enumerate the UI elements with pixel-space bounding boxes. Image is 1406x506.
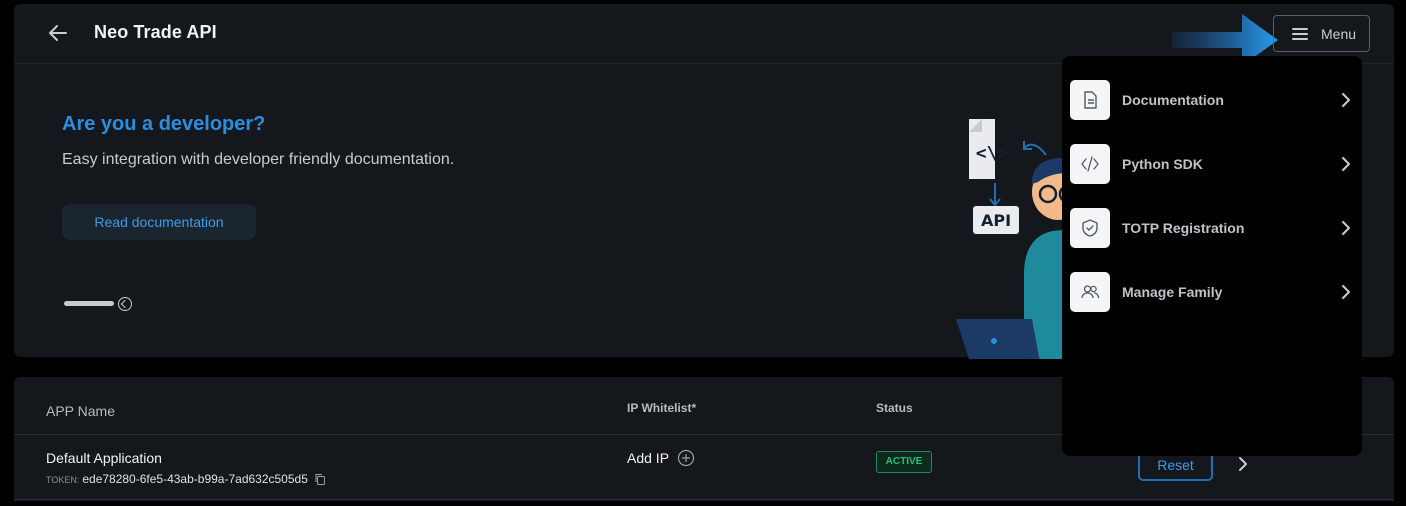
add-ip-link[interactable]: Add IP (627, 450, 669, 466)
chevron-right-icon (1342, 285, 1350, 299)
copy-icon[interactable] (314, 473, 326, 485)
column-header-ip-whitelist: IP Whitelist* (627, 401, 697, 415)
menu-button[interactable]: Menu (1273, 15, 1370, 52)
add-circle-icon[interactable] (677, 449, 695, 467)
status-badge: ACTIVE (876, 451, 932, 473)
shield-icon (1070, 208, 1110, 248)
banner-subtitle: Easy integration with developer friendly… (62, 151, 455, 168)
menu-item-label: Manage Family (1122, 284, 1223, 300)
carousel-indicator[interactable] (64, 301, 114, 306)
chevron-right-icon (1342, 157, 1350, 171)
menu-item-label: Documentation (1122, 92, 1224, 108)
token-cell: TOKEN: ede78280-6fe5-43ab-b99a-7ad632c505… (46, 472, 326, 486)
developer-illustration: <\> API (956, 119, 1076, 359)
hamburger-icon (1292, 28, 1308, 40)
column-header-app-name: APP Name (46, 403, 115, 419)
read-documentation-button[interactable]: Read documentation (62, 204, 256, 240)
chevron-right-icon[interactable] (1236, 455, 1250, 473)
menu-item-python-sdk[interactable]: Python SDK (1062, 140, 1362, 192)
back-arrow-icon[interactable] (46, 21, 70, 45)
menu-item-documentation[interactable]: Documentation (1062, 76, 1362, 128)
document-icon (1070, 80, 1110, 120)
illustration-code-label: <\> (976, 143, 1009, 164)
chevron-right-icon (1342, 221, 1350, 235)
app-header: Neo Trade API Menu (14, 4, 1394, 66)
app-name-cell: Default Application (46, 450, 162, 466)
menu-item-label: TOTP Registration (1122, 220, 1245, 236)
menu-dropdown: Documentation Python SDK TOTP Registrati… (1062, 56, 1362, 456)
illustration-api-label: API (981, 211, 1011, 230)
menu-item-manage-family[interactable]: Manage Family (1062, 268, 1362, 320)
banner-title: Are you a developer? (62, 113, 266, 135)
column-header-status: Status (876, 401, 913, 415)
menu-button-label: Menu (1321, 26, 1357, 42)
code-icon (1070, 144, 1110, 184)
carousel-prev-icon[interactable] (118, 297, 132, 311)
chevron-right-icon (1342, 93, 1350, 107)
menu-item-label: Python SDK (1122, 156, 1203, 172)
token-value: ede78280-6fe5-43ab-b99a-7ad632c505d5 (82, 472, 308, 486)
page-title: Neo Trade API (94, 22, 217, 42)
menu-item-totp-registration[interactable]: TOTP Registration (1062, 204, 1362, 256)
users-icon (1070, 272, 1110, 312)
row-divider (14, 499, 1394, 500)
token-label: TOKEN: (46, 475, 80, 485)
